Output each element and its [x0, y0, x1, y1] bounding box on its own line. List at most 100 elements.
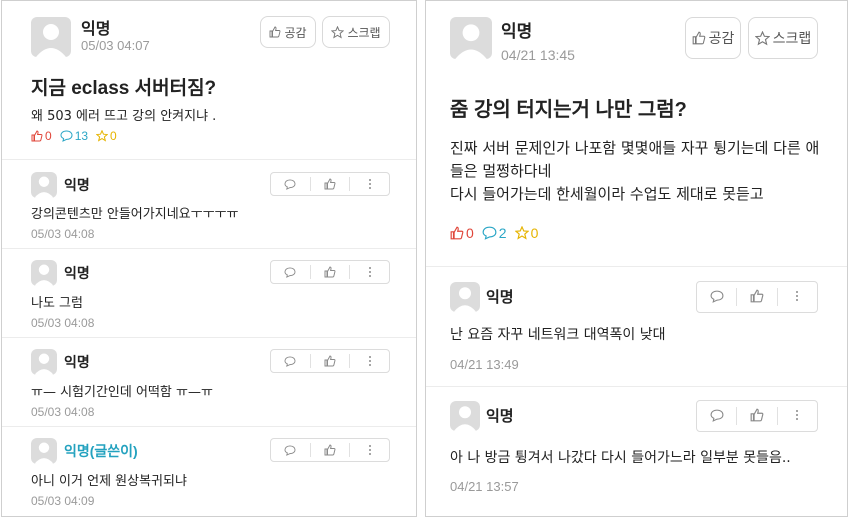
thumbs-up-icon	[324, 263, 336, 282]
comment-author: 익명	[64, 265, 90, 281]
more-vertical-icon	[795, 288, 799, 307]
like-count-value: 0	[45, 129, 52, 143]
reply-button[interactable]	[697, 282, 736, 312]
divider	[426, 386, 847, 387]
like-button-label: 공감	[284, 25, 307, 40]
post-author: 익명	[81, 21, 111, 38]
like-button[interactable]: 공감	[685, 17, 741, 59]
comment-author: 익명	[64, 177, 90, 193]
more-button[interactable]	[778, 282, 817, 312]
comment-count: 13	[60, 129, 88, 143]
scrap-count: 0	[514, 225, 539, 241]
star-icon	[514, 226, 529, 240]
comment-time: 04/21 13:57	[450, 479, 519, 494]
avatar	[31, 172, 57, 198]
star-icon	[331, 25, 345, 39]
comment-like-button[interactable]	[737, 282, 776, 312]
comment-author: 익명	[486, 408, 514, 425]
scrap-count: 0	[96, 129, 117, 143]
post-title: 지금 eclass 서버터짐?	[31, 78, 217, 99]
thumbs-up-icon	[324, 175, 336, 194]
post-body-line: 진짜 서버 문제인가 나포함 몇몇애들 자꾸 튕기는데 다른 애	[450, 139, 820, 157]
comment-like-button[interactable]	[311, 173, 350, 195]
post-panel-right: 익명 04/21 13:45 공감 스크랩 줌 강의 터지는거 나만 그럼? 진…	[425, 0, 848, 517]
like-button[interactable]: 공감	[260, 16, 316, 48]
comment-text: 난 요즘 자꾸 네트워크 대역폭이 낮대	[450, 327, 666, 343]
avatar	[31, 17, 71, 57]
comment-time: 05/03 04:09	[31, 494, 95, 508]
scrap-button[interactable]: 스크랩	[748, 17, 818, 59]
divider	[2, 426, 416, 427]
thumbs-up-icon	[324, 352, 336, 371]
avatar	[450, 401, 480, 431]
divider	[2, 337, 416, 338]
post-panel-left: 익명 05/03 04:07 공감 스크랩 지금 eclass 서버터짐? 왜 …	[1, 0, 417, 517]
more-button[interactable]	[350, 173, 389, 195]
more-button[interactable]	[350, 439, 389, 461]
star-icon	[754, 30, 770, 46]
more-vertical-icon	[368, 263, 372, 282]
reply-button[interactable]	[271, 173, 310, 195]
post-body: 진짜 서버 문제인가 나포함 몇몇애들 자꾸 튕기는데 다른 애 들은 멀쩡하다…	[450, 137, 830, 206]
thumbs-up-icon	[750, 407, 764, 426]
thumbs-up-icon	[324, 441, 336, 460]
speech-bubble-icon	[284, 441, 296, 460]
comment-time: 05/03 04:08	[31, 405, 95, 419]
more-button[interactable]	[350, 350, 389, 372]
post-time: 05/03 04:07	[81, 38, 150, 53]
post-body: 왜 503 에러 뜨고 강의 안켜지냐 .	[31, 109, 217, 124]
more-vertical-icon	[795, 407, 799, 426]
speech-bubble-icon	[284, 352, 296, 371]
speech-bubble-icon	[284, 263, 296, 282]
speech-bubble-icon	[482, 226, 497, 240]
comment-text: ㅠ— 시험기간인데 어떡함 ㅠ—ㅠ	[31, 385, 213, 400]
thumbs-up-icon	[269, 26, 281, 38]
divider	[2, 248, 416, 249]
comment-actions	[270, 438, 390, 462]
more-button[interactable]	[350, 261, 389, 283]
comment-text: 아 나 방금 튕겨서 나갔다 다시 들어가느라 일부분 못들음..	[450, 450, 791, 466]
more-vertical-icon	[368, 441, 372, 460]
scrap-count-value: 0	[530, 225, 539, 241]
avatar	[31, 260, 57, 286]
divider	[426, 266, 847, 267]
reply-button[interactable]	[697, 401, 736, 431]
more-button[interactable]	[778, 401, 817, 431]
comment-like-button[interactable]	[311, 261, 350, 283]
comment-actions	[270, 260, 390, 284]
post-body-line: 다시 들어가는데 한세월이라 수업도 제대로 못듣고	[450, 185, 764, 203]
speech-bubble-icon	[284, 175, 296, 194]
reply-button[interactable]	[271, 439, 310, 461]
scrap-count-value: 0	[110, 129, 117, 143]
comment-text: 강의콘텐츠만 안들어가지네요ㅜㅜㅜㅠ	[31, 207, 239, 222]
comment-like-button[interactable]	[311, 439, 350, 461]
scrap-button[interactable]: 스크랩	[322, 16, 390, 48]
comment-time: 05/03 04:08	[31, 316, 95, 330]
post-time: 04/21 13:45	[501, 47, 575, 63]
reply-button[interactable]	[271, 261, 310, 283]
comment-author-op: 익명(글쓴이)	[64, 443, 138, 459]
scrap-button-label: 스크랩	[772, 30, 812, 46]
avatar	[450, 17, 492, 59]
comment-text: 나도 그럼	[31, 296, 83, 311]
comment-time: 05/03 04:08	[31, 227, 95, 241]
post-stats: 0 2 0	[450, 225, 538, 241]
comment-like-button[interactable]	[311, 350, 350, 372]
comment-author: 익명	[64, 354, 90, 370]
reply-button[interactable]	[271, 350, 310, 372]
like-count: 0	[450, 225, 474, 241]
like-button-label: 공감	[708, 30, 735, 46]
scrap-button-label: 스크랩	[347, 25, 381, 40]
thumbs-up-icon	[450, 226, 464, 240]
comment-actions	[696, 281, 818, 313]
speech-bubble-icon	[60, 130, 73, 142]
star-icon	[96, 130, 109, 142]
comment-actions	[270, 349, 390, 373]
post-body-line: 들은 멀쩡하다네	[450, 162, 552, 180]
more-vertical-icon	[368, 175, 372, 194]
comment-count: 2	[482, 225, 507, 241]
more-vertical-icon	[368, 352, 372, 371]
comment-like-button[interactable]	[737, 401, 776, 431]
divider	[2, 159, 416, 160]
avatar	[31, 349, 57, 375]
